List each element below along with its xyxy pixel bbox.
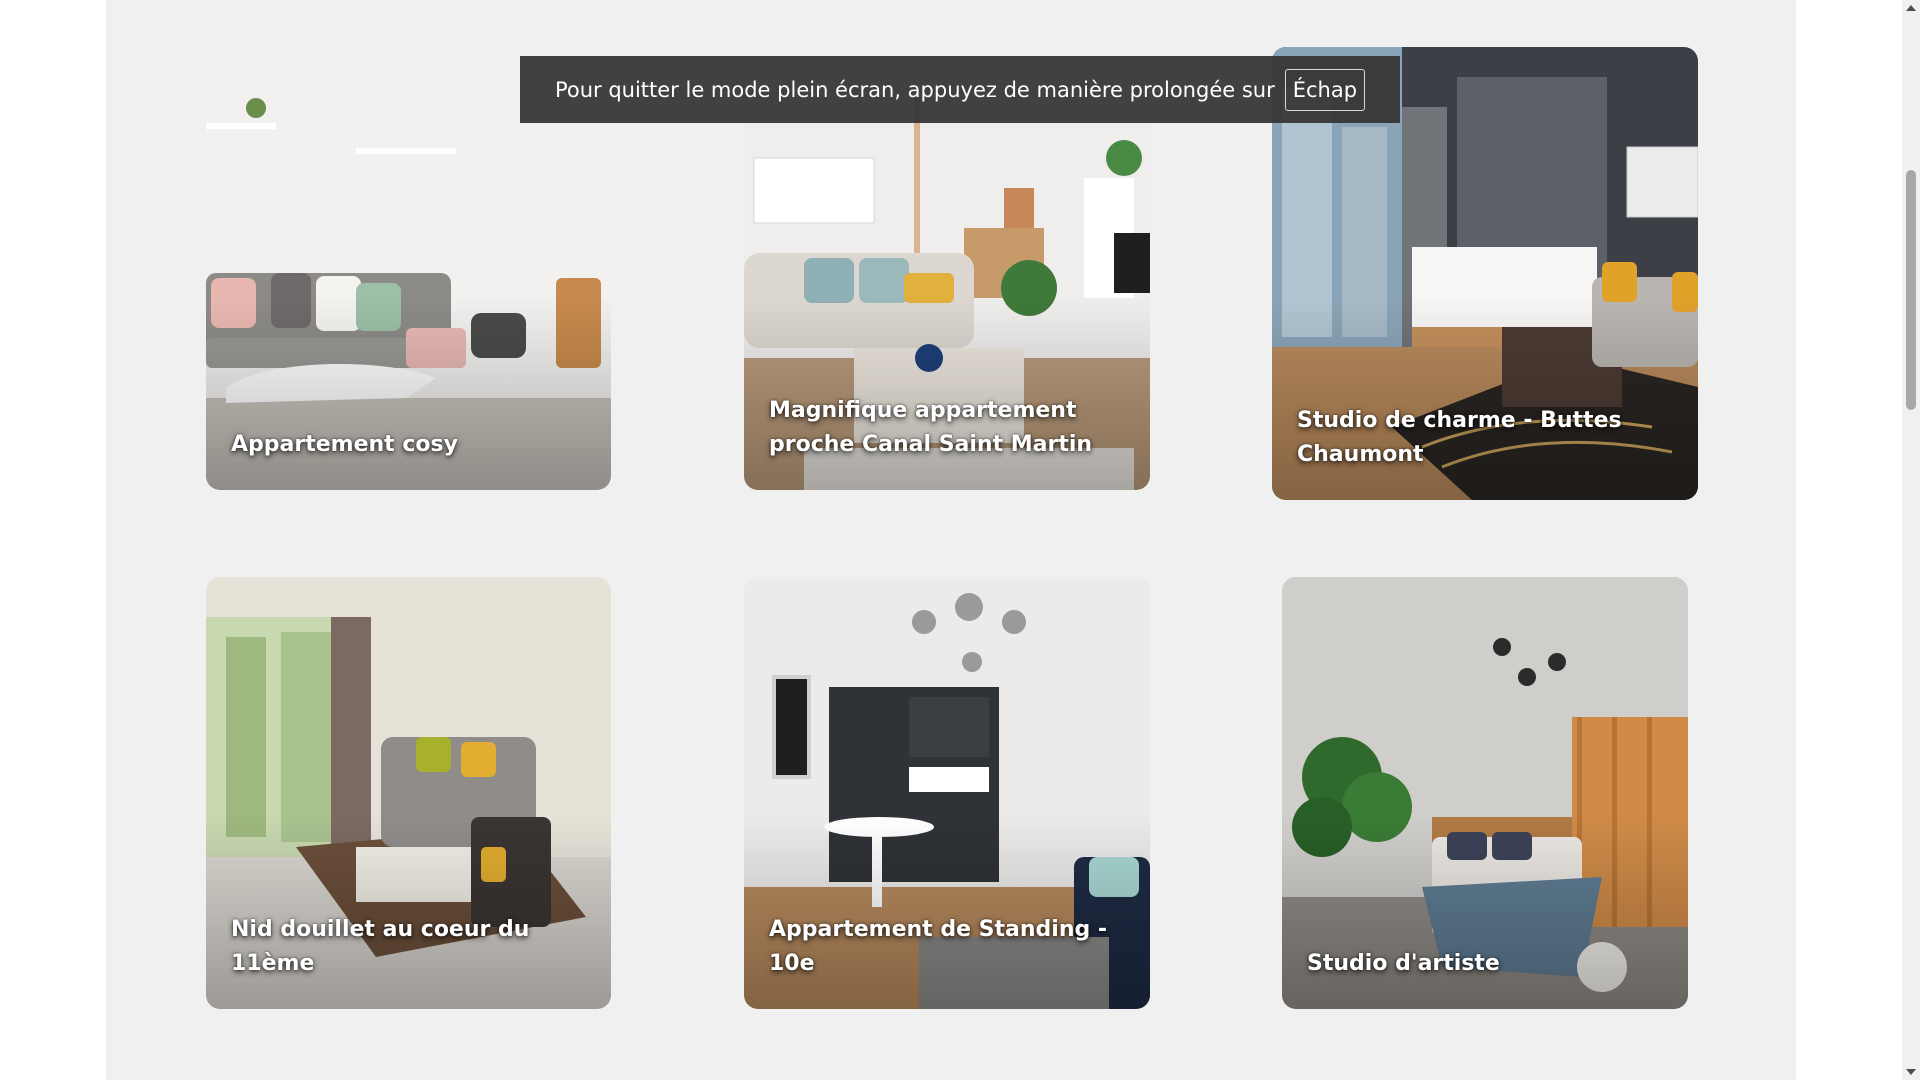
listing-title: Nid douillet au coeur du 11ème [231,917,530,976]
listing-card-appartement-standing[interactable]: Appartement de Standing - 10e [744,577,1150,1009]
scroll-up-arrow-icon[interactable] [1906,5,1916,11]
photo-shade [1282,577,1688,1009]
scroll-down-arrow-icon[interactable] [1906,1069,1916,1075]
vertical-scrollbar[interactable] [1902,0,1920,1080]
fullscreen-exit-notice: Pour quitter le mode plein écran, appuye… [520,56,1400,123]
listing-card-nid-douillet[interactable]: Nid douillet au coeur du 11ème [206,577,611,1009]
listing-title: Appartement de Standing - 10e [769,917,1108,976]
listing-title: Magnifique appartement proche Canal Sain… [769,398,1093,457]
listing-title: Studio de charme - Buttes Chaumont [1297,408,1622,467]
scrollbar-thumb[interactable] [1906,170,1916,410]
escape-key-hint: Échap [1284,68,1366,111]
listing-title: Appartement cosy [231,432,458,457]
fullscreen-exit-text: Pour quitter le mode plein écran, appuye… [554,77,1275,102]
listing-title: Studio d'artiste [1307,951,1500,976]
listing-card-studio-artiste[interactable]: Studio d'artiste [1282,577,1688,1009]
